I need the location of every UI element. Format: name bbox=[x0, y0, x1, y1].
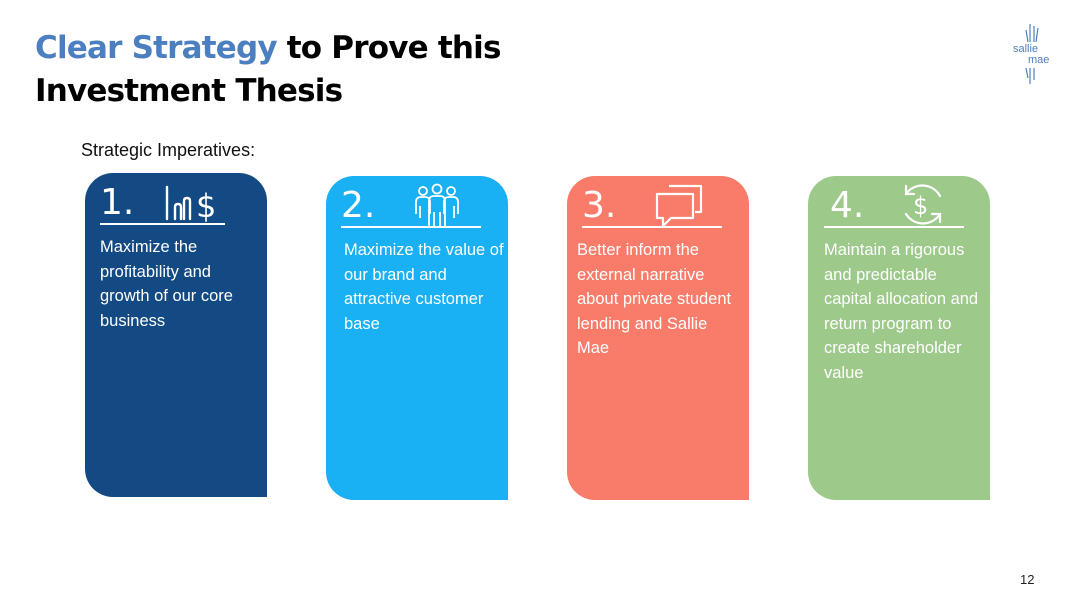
title-rest: to Prove this bbox=[276, 30, 502, 66]
card-text: Maximize the profitability and growth of… bbox=[100, 238, 233, 330]
svg-text:$: $ bbox=[196, 187, 216, 223]
card-number: 2. bbox=[341, 185, 376, 226]
sallie-mae-logo: sallie mae bbox=[1008, 22, 1060, 86]
slide-title: Clear Strategy to Prove this Investment … bbox=[35, 27, 501, 113]
title-line-2: Investment Thesis bbox=[35, 73, 343, 109]
card-divider bbox=[100, 223, 225, 225]
card-number: 3. bbox=[582, 185, 617, 226]
card-divider bbox=[824, 226, 964, 228]
logo-text-mae: mae bbox=[1027, 54, 1051, 66]
card-divider bbox=[341, 226, 481, 228]
title-line-1: Clear Strategy to Prove this bbox=[35, 27, 501, 70]
title-accent: Clear Strategy bbox=[35, 30, 278, 66]
card-number: 4. bbox=[830, 185, 865, 226]
card-text: Better inform the external narrative abo… bbox=[577, 241, 732, 357]
imperative-card-3: 3. Better inform the external narrative … bbox=[567, 176, 749, 500]
page-number: 12 bbox=[1020, 572, 1035, 587]
section-subtitle: Strategic Imperatives: bbox=[81, 140, 256, 160]
imperative-card-2: 2. Maximize the value of our brand and a… bbox=[326, 176, 508, 500]
card-text: Maintain a rigorous and predictable capi… bbox=[824, 241, 979, 382]
imperative-card-1: 1. $ Maximize the profitability and grow… bbox=[85, 173, 267, 497]
card-text: Maximize the value of our brand and attr… bbox=[344, 241, 504, 333]
bar-chart-dollar-icon: $ bbox=[163, 179, 223, 228]
svg-text:$: $ bbox=[913, 192, 928, 220]
imperative-card-4: 4. $ Maintain a rigorous and predictable… bbox=[808, 176, 990, 500]
card-number: 1. bbox=[100, 182, 135, 223]
card-divider bbox=[582, 226, 722, 228]
